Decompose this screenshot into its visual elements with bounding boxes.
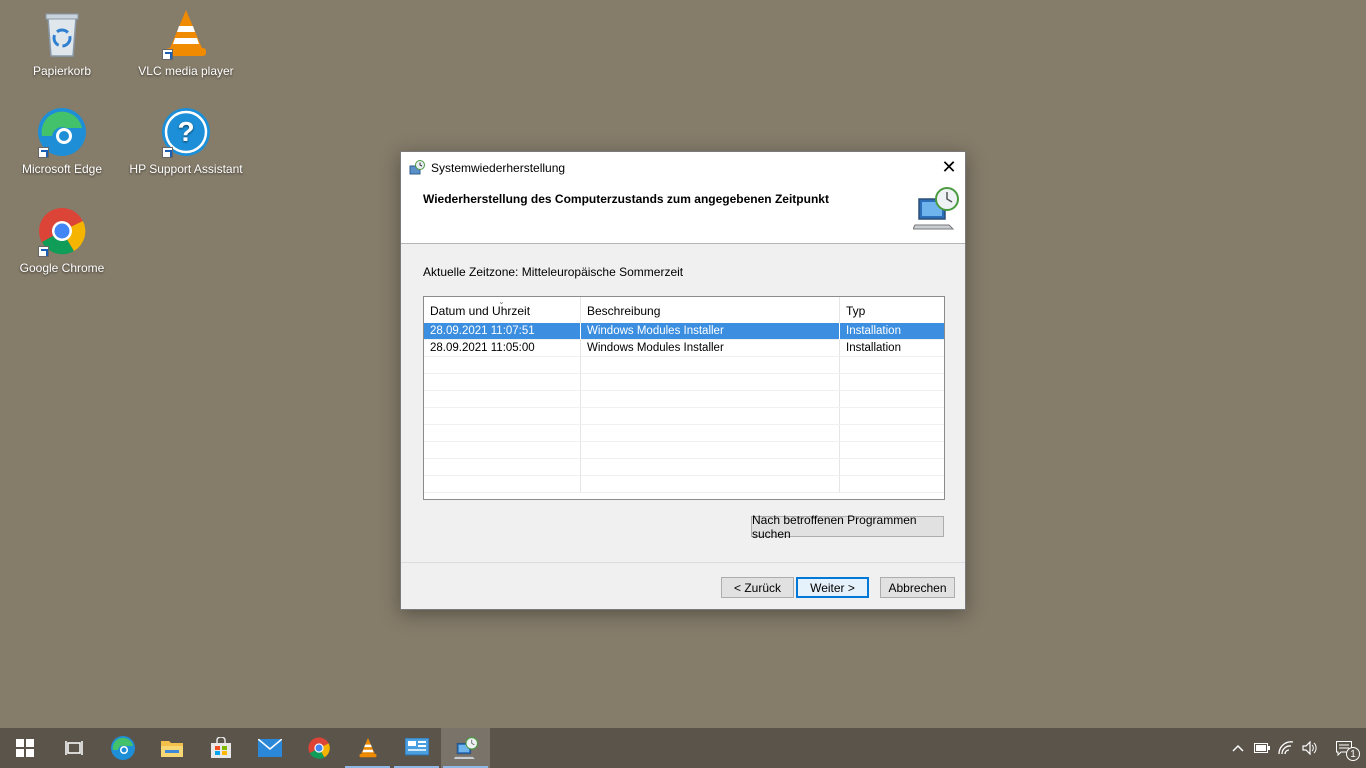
desktop-icon-label: Papierkorb — [32, 64, 92, 78]
taskbar-file-explorer[interactable] — [147, 728, 196, 768]
cell-description: Windows Modules Installer — [581, 340, 840, 356]
vlc-icon — [359, 737, 376, 758]
taskbar: 1 — [0, 728, 1366, 768]
start-button[interactable] — [0, 728, 49, 768]
empty-row — [424, 442, 944, 459]
column-header-type[interactable]: Typ — [840, 297, 944, 323]
taskbar-chrome[interactable] — [294, 728, 343, 768]
volume-button[interactable] — [1298, 728, 1322, 768]
edge-icon — [110, 736, 135, 760]
desktop-icon-recycle-bin[interactable]: Papierkorb — [0, 8, 124, 78]
column-header-description[interactable]: Beschreibung — [581, 297, 840, 323]
shortcut-arrow-icon — [162, 147, 173, 158]
chrome-icon — [36, 205, 88, 257]
dialog-header: Wiederherstellung des Computerzustands z… — [401, 183, 965, 244]
windows-logo-icon — [15, 739, 34, 757]
next-button[interactable]: Weiter > — [796, 577, 869, 598]
show-hidden-icons-button[interactable] — [1226, 728, 1250, 768]
task-view-button[interactable] — [49, 728, 98, 768]
system-restore-dialog: Systemwiederherstellung ✕ Wiederherstell… — [400, 151, 966, 610]
mail-icon — [257, 739, 282, 757]
cell-type: Installation — [846, 325, 901, 337]
empty-row — [424, 374, 944, 391]
wifi-icon — [1278, 741, 1294, 755]
taskbar-system-restore[interactable] — [441, 728, 490, 768]
chrome-icon — [307, 737, 330, 759]
empty-row — [424, 357, 944, 374]
desktop-icon-vlc[interactable]: VLC media player — [124, 8, 248, 78]
dialog-title: Systemwiederherstellung — [431, 160, 566, 175]
store-icon — [210, 737, 231, 758]
system-tray: 1 — [1226, 728, 1366, 768]
network-button[interactable] — [1274, 728, 1298, 768]
table-row[interactable]: 28.09.2021 11:07:51 Windows Modules Inst… — [424, 323, 944, 340]
empty-row — [424, 408, 944, 425]
cell-description: Windows Modules Installer — [581, 323, 840, 339]
desktop-icon-label: Google Chrome — [19, 261, 105, 275]
cancel-button[interactable]: Abbrechen — [880, 577, 955, 598]
battery-button[interactable] — [1250, 728, 1274, 768]
dialog-titlebar[interactable]: Systemwiederherstellung ✕ — [401, 152, 965, 183]
battery-icon — [1254, 743, 1270, 753]
desktop-icon-label: HP Support Assistant — [129, 162, 243, 176]
shortcut-arrow-icon — [38, 147, 49, 158]
footer-divider — [401, 562, 965, 563]
taskbar-store[interactable] — [196, 728, 245, 768]
computer-restore-icon — [912, 185, 959, 231]
scan-affected-programs-button[interactable]: Nach betroffenen Programmen suchen — [751, 513, 944, 541]
hp-support-icon: ? — [160, 106, 212, 158]
recycle-bin-icon — [36, 8, 88, 60]
chevron-up-icon — [1232, 744, 1244, 752]
sort-down-icon: ⌄ — [498, 297, 505, 306]
empty-row — [424, 476, 944, 493]
cell-type: Installation — [846, 342, 901, 354]
table-row[interactable]: 28.09.2021 11:05:00 Windows Modules Inst… — [424, 340, 944, 357]
cell-date: 28.09.2021 11:07:51 — [424, 323, 581, 339]
back-button[interactable]: < Zurück — [721, 577, 794, 598]
taskbar-mail[interactable] — [245, 728, 294, 768]
empty-row — [424, 459, 944, 476]
desktop-icon-edge[interactable]: Microsoft Edge — [0, 106, 124, 176]
desktop-icon-hp-support[interactable]: ? HP Support Assistant — [124, 106, 248, 176]
notification-count-badge: 1 — [1346, 747, 1360, 761]
empty-row — [424, 425, 944, 442]
taskbar-control-panel[interactable] — [392, 728, 441, 768]
vlc-icon — [160, 8, 212, 60]
desktop-icon-label: Microsoft Edge — [21, 162, 103, 176]
table-header: ⌄ Datum und Uhrzeit Beschreibung Typ — [424, 297, 944, 323]
speaker-icon — [1302, 741, 1317, 755]
task-view-icon — [64, 741, 83, 755]
restore-points-table[interactable]: ⌄ Datum und Uhrzeit Beschreibung Typ 28.… — [423, 296, 945, 500]
header-title: Wiederherstellung des Computerzustands z… — [423, 192, 829, 206]
desktop-icon-label: VLC media player — [138, 64, 234, 78]
timezone-label: Aktuelle Zeitzone: Mitteleuropäische Som… — [423, 265, 684, 279]
system-restore-icon — [409, 159, 425, 176]
shortcut-arrow-icon — [38, 246, 49, 257]
taskbar-edge[interactable] — [98, 728, 147, 768]
svg-text:?: ? — [177, 116, 194, 147]
desktop-icon-chrome[interactable]: Google Chrome — [0, 205, 124, 275]
cell-date: 28.09.2021 11:05:00 — [424, 340, 581, 356]
action-center-button[interactable]: 1 — [1322, 728, 1366, 768]
empty-row — [424, 391, 944, 408]
close-button[interactable]: ✕ — [933, 152, 965, 182]
shortcut-arrow-icon — [162, 49, 173, 60]
edge-icon — [36, 106, 88, 158]
folder-icon — [160, 741, 183, 757]
taskbar-vlc[interactable] — [343, 728, 392, 768]
control-panel-icon — [404, 738, 429, 756]
system-restore-icon — [453, 737, 478, 759]
